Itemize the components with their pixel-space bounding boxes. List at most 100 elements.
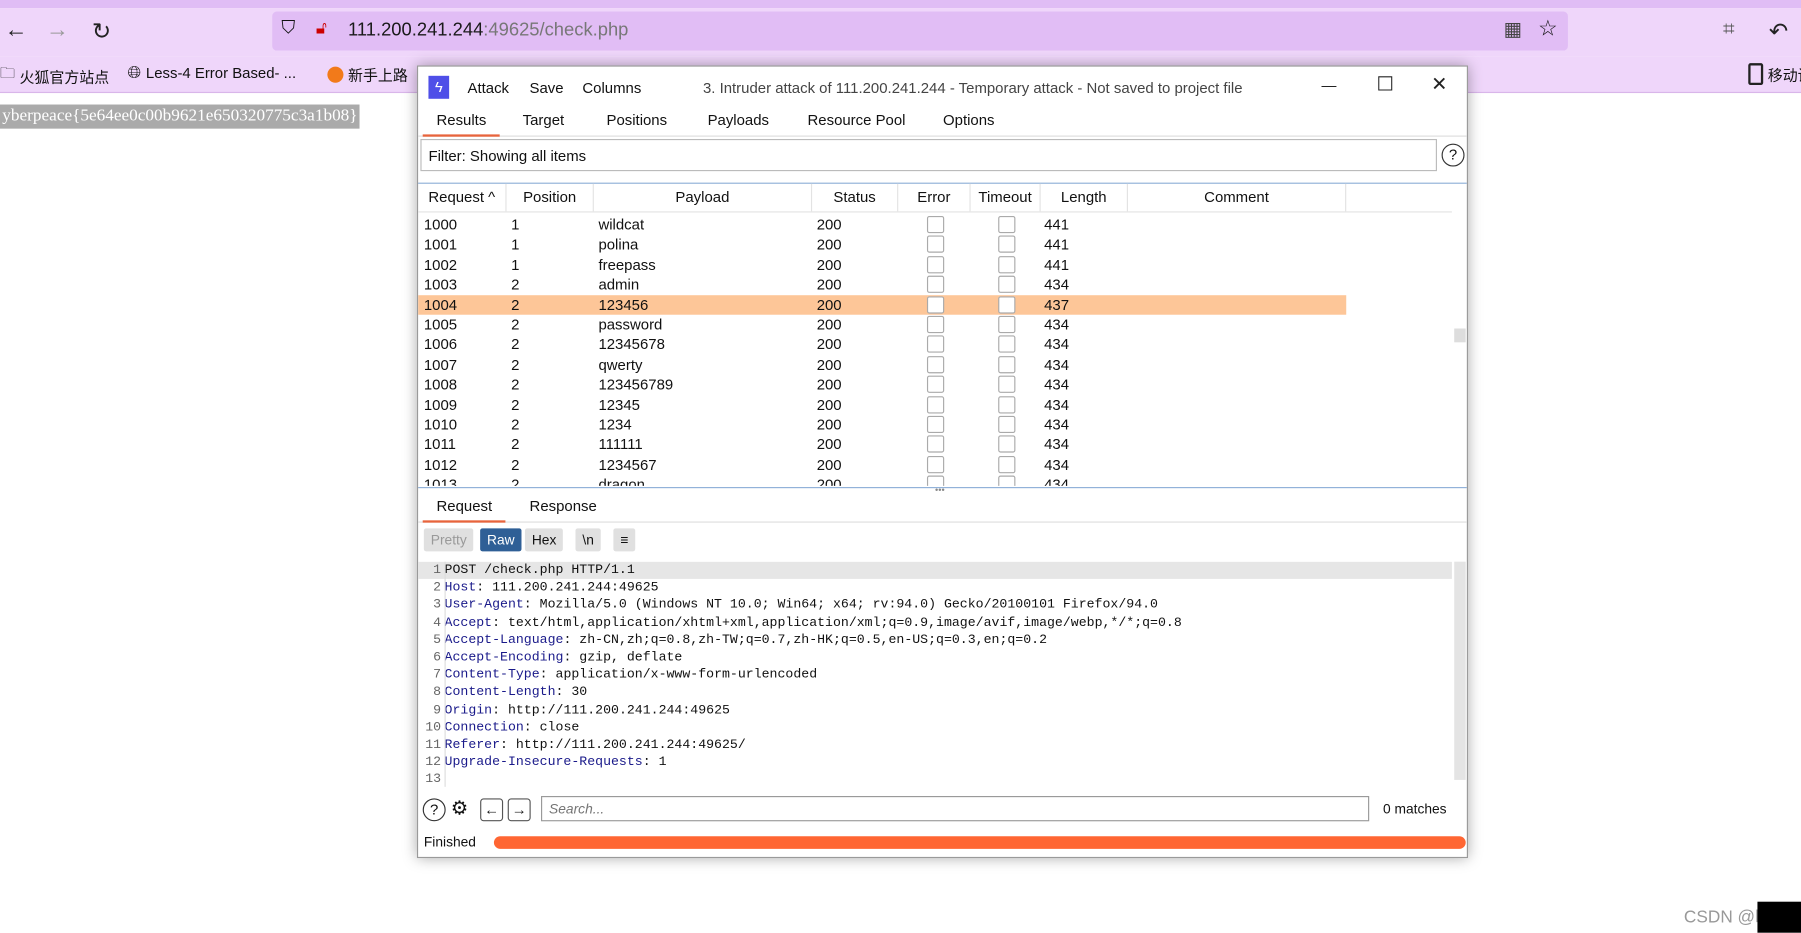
- tab-request[interactable]: Request: [422, 497, 507, 523]
- help-icon[interactable]: ?: [422, 798, 446, 822]
- close-icon[interactable]: ✕: [1422, 74, 1456, 97]
- table-row[interactable]: 1013 2 dragon 200 434: [418, 475, 1346, 486]
- table-row[interactable]: 1007 2 qwerty 200 434: [418, 355, 1346, 375]
- header-value: : 1: [642, 754, 667, 770]
- newline-toggle-button[interactable]: \n: [575, 528, 601, 552]
- tab-results[interactable]: Results: [422, 111, 501, 137]
- cell-request: 1001: [423, 235, 458, 254]
- insecure-lock-icon[interactable]: 🔓︎: [316, 18, 327, 38]
- cell-status: 200: [816, 215, 842, 234]
- flag-text: yberpeace{5e64ee0c00b9621e650320775c3a1b…: [0, 104, 360, 129]
- qr-code-icon[interactable]: ▦: [1504, 18, 1522, 41]
- cell-payload: qwerty: [598, 355, 643, 374]
- tab-options[interactable]: Options: [943, 111, 994, 128]
- cell-position: 2: [511, 315, 520, 334]
- bookmark-less-4[interactable]: 🌐︎ Less-4 Error Based- ...: [128, 63, 297, 83]
- timeout-checkbox: [998, 235, 1016, 254]
- bookmark-label: 新手上路: [348, 66, 408, 84]
- tab-target[interactable]: Target: [523, 111, 565, 128]
- results-table-header: Request ^ Position Payload Status Error …: [418, 183, 1452, 213]
- editor-scrollbar[interactable]: [1454, 561, 1466, 780]
- header-value: : Mozilla/5.0 (Windows NT 10.0; Win64; x…: [523, 597, 1158, 613]
- column-status[interactable]: Status: [812, 183, 899, 212]
- settings-gear-icon[interactable]: ⚙: [449, 798, 470, 819]
- cell-length: 434: [1044, 335, 1070, 354]
- pretty-button[interactable]: Pretty: [423, 528, 474, 552]
- results-scrollbar-thumb[interactable]: [1454, 328, 1466, 343]
- window-title: 3. Intruder attack of 111.200.241.244 - …: [702, 79, 1243, 97]
- filter-bar[interactable]: Filter: Showing all items: [420, 138, 1437, 172]
- cell-request: 1009: [423, 395, 458, 414]
- url-bar[interactable]: ⛉ 🔓︎ 111.200.241.244:49625/check.php ▦ ☆: [272, 11, 1568, 51]
- cell-payload: 1234567: [598, 455, 657, 474]
- header-value: : http://111.200.241.244:49625: [492, 702, 730, 718]
- tab-payloads[interactable]: Payloads: [708, 111, 769, 128]
- cell-length: 434: [1044, 395, 1070, 414]
- request-line: 13: [418, 771, 1452, 786]
- burp-logo-icon: ϟ: [428, 75, 450, 99]
- table-row[interactable]: 1003 2 admin 200 434: [418, 275, 1346, 295]
- request-editor[interactable]: 1 POST /check.php HTTP/1.1 2 Host: 111.200.…: [418, 561, 1455, 787]
- header-value: : 30: [555, 685, 588, 700]
- tab-resource-pool[interactable]: Resource Pool: [808, 111, 906, 128]
- header-name: Host: [444, 580, 477, 596]
- minimize-icon[interactable]: —: [1312, 77, 1346, 94]
- table-row[interactable]: 1010 2 1234 200 434: [418, 415, 1346, 435]
- menu-icon[interactable]: ≡: [613, 528, 636, 552]
- shield-icon[interactable]: ⛉: [281, 18, 295, 39]
- table-row[interactable]: 1005 2 password 200 434: [418, 315, 1346, 335]
- star-icon[interactable]: ☆: [1538, 16, 1558, 42]
- request-line: 6 Accept-Encoding: gzip, deflate: [418, 649, 1452, 666]
- status-bar: Finished: [418, 832, 1467, 855]
- column-position[interactable]: Position: [507, 183, 594, 212]
- column-comment[interactable]: Comment: [1128, 183, 1347, 212]
- table-row[interactable]: 1008 2 123456789 200 434: [418, 375, 1346, 395]
- tab-positions[interactable]: Positions: [606, 111, 667, 128]
- menu-columns[interactable]: Columns: [582, 79, 641, 96]
- next-match-icon[interactable]: →: [507, 798, 531, 822]
- table-row[interactable]: 1011 2 111111 200 434: [418, 435, 1346, 455]
- menu-attack[interactable]: Attack: [468, 79, 509, 96]
- column-timeout[interactable]: Timeout: [971, 183, 1041, 212]
- bookmark-mobile[interactable]: 移动设: [1748, 63, 1801, 86]
- crop-icon[interactable]: ⌗: [1723, 17, 1735, 41]
- error-checkbox: [926, 335, 945, 354]
- previous-match-icon[interactable]: ←: [480, 798, 504, 822]
- error-checkbox: [926, 255, 945, 274]
- column-payload[interactable]: Payload: [594, 183, 813, 212]
- help-icon[interactable]: ?: [1441, 143, 1465, 167]
- column-request[interactable]: Request ^: [418, 183, 507, 212]
- request-line: 7 Content-Type: application/x-www-form-ur…: [418, 666, 1452, 683]
- table-row[interactable]: 1002 1 freepass 200 441: [418, 255, 1346, 275]
- menu-save[interactable]: Save: [530, 79, 564, 96]
- table-row[interactable]: 1012 2 1234567 200 434: [418, 455, 1346, 475]
- raw-button[interactable]: Raw: [480, 528, 522, 552]
- table-row[interactable]: 1009 2 12345 200 434: [418, 395, 1346, 415]
- table-row[interactable]: 1006 2 12345678 200 434: [418, 335, 1346, 355]
- cell-length: 434: [1044, 435, 1070, 454]
- undo-icon[interactable]: ↶: [1769, 17, 1788, 46]
- search-input[interactable]: [541, 796, 1370, 822]
- back-icon[interactable]: ←: [5, 17, 28, 43]
- column-length[interactable]: Length: [1041, 183, 1128, 212]
- bookmark-getting-started[interactable]: 新手上路: [327, 63, 408, 85]
- bookmark-firefox-official[interactable]: 🗀︎ 火狐官方站点: [0, 63, 109, 88]
- line-number: 2: [433, 580, 442, 596]
- column-error[interactable]: Error: [898, 183, 971, 212]
- request-line: 9 Origin: http://111.200.241.244:49625: [418, 701, 1452, 718]
- hex-button[interactable]: Hex: [524, 528, 564, 552]
- cell-status: 200: [816, 275, 842, 294]
- maximize-icon[interactable]: ☐: [1368, 74, 1402, 97]
- header-name: Connection: [444, 719, 524, 735]
- cell-position: 2: [511, 475, 520, 486]
- tab-response[interactable]: Response: [530, 497, 597, 514]
- cell-request: 1002: [423, 255, 458, 274]
- table-row[interactable]: 1001 1 polina 200 441: [418, 235, 1346, 255]
- table-row[interactable]: 1004 2 123456 200 437: [418, 294, 1347, 315]
- header-name: Referer: [444, 737, 501, 753]
- header-value: POST /check.php HTTP/1.1: [444, 562, 635, 578]
- table-row[interactable]: 1000 1 wildcat 200 441: [418, 215, 1346, 235]
- error-checkbox: [926, 315, 945, 334]
- reload-icon[interactable]: ↻: [92, 17, 111, 46]
- forward-icon[interactable]: →: [46, 17, 69, 43]
